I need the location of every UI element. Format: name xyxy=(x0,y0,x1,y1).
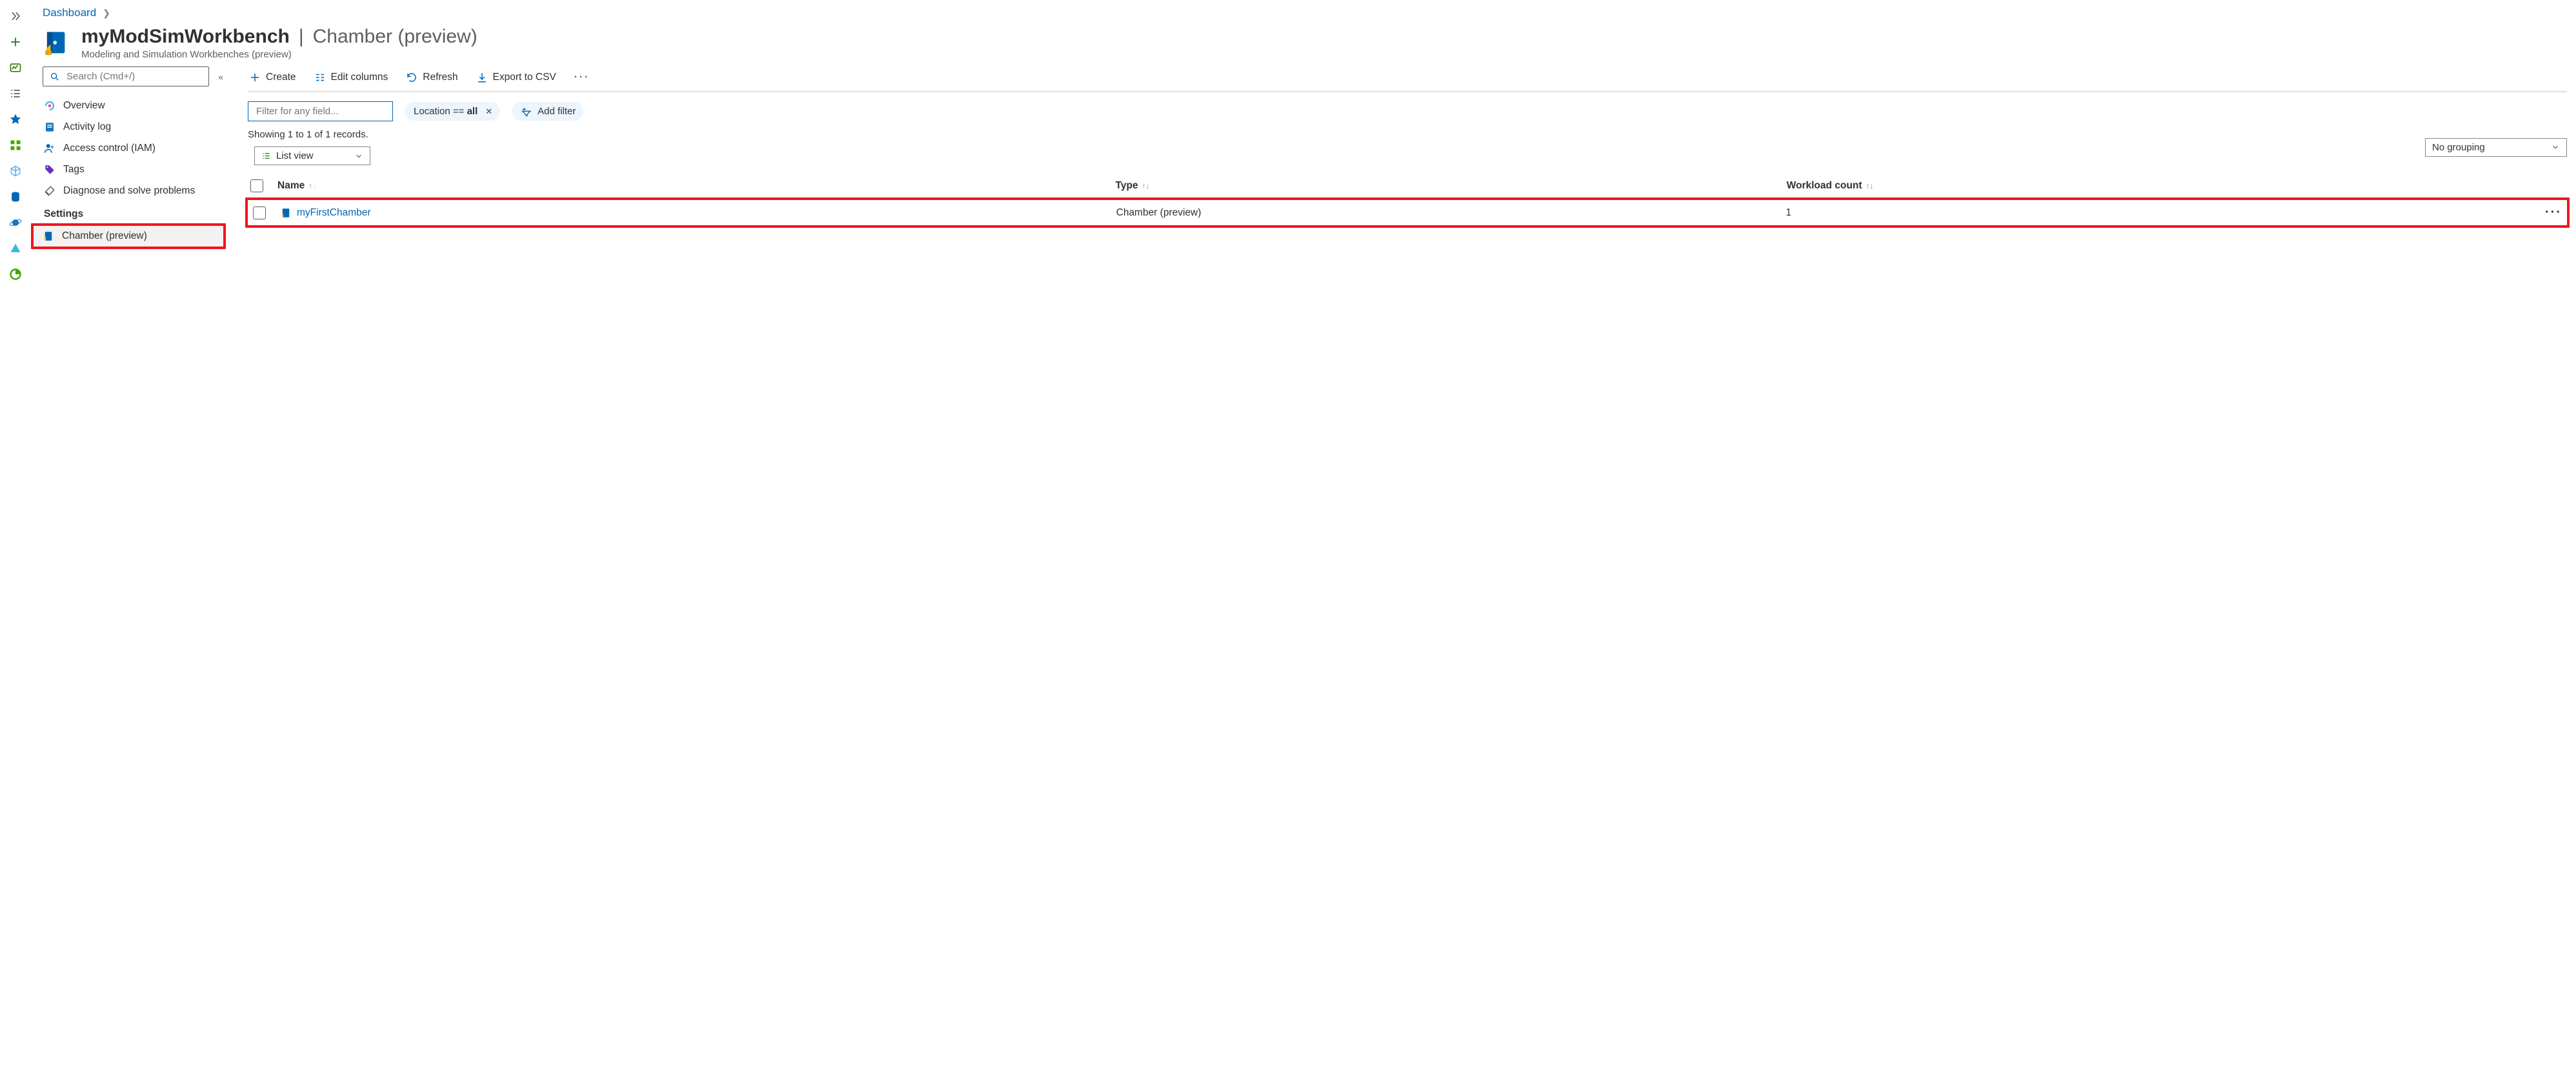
iam-icon xyxy=(44,143,55,154)
filter-location-pill[interactable]: Location == all ✕ xyxy=(405,102,500,121)
breadcrumb-root[interactable]: Dashboard xyxy=(43,6,96,19)
menu-activity-log[interactable]: Activity log xyxy=(43,117,226,137)
download-icon xyxy=(476,72,488,83)
chamber-icon xyxy=(43,230,54,242)
toolbar-more-button[interactable]: ··· xyxy=(573,70,592,85)
create-button[interactable]: Create xyxy=(248,70,297,85)
view-select[interactable]: List view xyxy=(254,146,370,165)
diagnose-icon xyxy=(44,185,55,197)
search-input[interactable] xyxy=(43,66,209,86)
menu-activity-log-label: Activity log xyxy=(63,121,111,133)
rail-resource-groups[interactable] xyxy=(3,133,28,157)
page-title: myModSimWorkbench | Chamber (preview) xyxy=(81,26,478,48)
search-icon xyxy=(50,72,60,82)
activity-log-icon xyxy=(44,121,55,133)
table-row[interactable]: myFirstChamber Chamber (preview) 1 ··· xyxy=(245,197,2570,228)
collapse-menu-chevron[interactable]: « xyxy=(216,72,226,82)
grouping-select[interactable]: No grouping xyxy=(2425,138,2567,157)
row-checkbox[interactable] xyxy=(253,207,266,219)
menu-tags[interactable]: Tags xyxy=(43,159,226,180)
page-title-sep: | xyxy=(299,26,304,48)
left-rail xyxy=(0,0,31,1088)
edit-columns-button[interactable]: Edit columns xyxy=(313,70,390,85)
chamber-icon xyxy=(280,207,292,219)
col-type-header[interactable]: Type ↑↓ xyxy=(1116,180,1783,192)
rail-favorites[interactable] xyxy=(3,107,28,132)
breadcrumb: Dashboard ❯ xyxy=(43,5,2567,23)
pyramid-icon xyxy=(9,242,22,255)
page-subtitle: Modeling and Simulation Workbenches (pre… xyxy=(81,49,478,60)
search-field[interactable] xyxy=(66,71,202,82)
rail-monitor[interactable] xyxy=(3,236,28,261)
chevron-down-icon xyxy=(354,152,363,161)
menu-iam[interactable]: Access control (IAM) xyxy=(43,138,226,159)
page-title-sub: Chamber (preview) xyxy=(313,26,478,48)
menu-overview-label: Overview xyxy=(63,100,105,112)
ellipsis-icon: ··· xyxy=(574,72,590,83)
overview-icon xyxy=(44,100,55,112)
rail-cosmos[interactable] xyxy=(3,210,28,235)
menu-chamber[interactable]: Chamber (preview) xyxy=(31,223,226,249)
col-name-header[interactable]: Name ↑↓ xyxy=(277,180,1112,192)
chevron-right-double-icon xyxy=(9,10,22,23)
filter-field-input[interactable] xyxy=(248,101,393,121)
rail-all-services[interactable] xyxy=(3,81,28,106)
menu-iam-label: Access control (IAM) xyxy=(63,143,156,154)
dashboard-icon xyxy=(9,61,22,74)
results-table: Name ↑↓ Type ↑↓ Workload count ↑↓ xyxy=(248,174,2567,228)
sort-indicator-icon: ↑↓ xyxy=(1866,181,1873,190)
menu-tags-label: Tags xyxy=(63,164,85,176)
sql-icon xyxy=(9,190,22,203)
export-csv-button[interactable]: Export to CSV xyxy=(475,70,558,85)
refresh-button[interactable]: Refresh xyxy=(405,70,459,85)
rail-sql[interactable] xyxy=(3,185,28,209)
list-icon xyxy=(9,87,22,100)
plus-icon xyxy=(249,72,261,83)
menu-settings-heading: Settings xyxy=(43,202,226,223)
add-filter-button[interactable]: Add filter xyxy=(512,102,583,121)
sort-indicator-icon: ↑↓ xyxy=(308,181,317,190)
menu-diagnose[interactable]: Diagnose and solve problems xyxy=(43,181,226,201)
sort-indicator-icon: ↑↓ xyxy=(1142,181,1150,190)
chevron-right-icon: ❯ xyxy=(103,8,110,19)
grid-icon xyxy=(9,139,22,152)
refresh-icon xyxy=(406,72,418,83)
columns-icon xyxy=(314,72,326,83)
rail-cost[interactable] xyxy=(3,262,28,287)
toolbar: Create Edit columns Refresh xyxy=(248,66,2567,92)
cost-icon xyxy=(9,268,22,281)
plus-icon xyxy=(9,35,22,48)
menu-chamber-label: Chamber (preview) xyxy=(62,230,147,242)
tags-icon xyxy=(44,164,55,176)
content-pane: Create Edit columns Refresh xyxy=(226,66,2567,1088)
row-workload: 1 xyxy=(1786,207,2535,219)
star-icon xyxy=(9,113,22,126)
select-all-checkbox[interactable] xyxy=(250,179,263,192)
workbench-icon xyxy=(43,28,71,57)
menu-diagnose-label: Diagnose and solve problems xyxy=(63,185,195,197)
menu-overview[interactable]: Overview xyxy=(43,96,226,116)
row-type: Chamber (preview) xyxy=(1116,207,1782,219)
planet-icon xyxy=(9,216,22,229)
chevron-down-icon xyxy=(2551,143,2560,152)
col-workload-header[interactable]: Workload count ↑↓ xyxy=(1787,180,2537,192)
cube-outline-icon xyxy=(9,165,22,177)
filter-add-icon xyxy=(521,106,531,117)
records-summary: Showing 1 to 1 of 1 records. xyxy=(248,129,370,140)
list-view-icon xyxy=(261,151,271,161)
resource-menu: « Overview Activity log xyxy=(43,66,226,1088)
page-title-main: myModSimWorkbench xyxy=(81,26,290,48)
row-more-button[interactable]: ··· xyxy=(2539,205,2564,220)
close-icon[interactable]: ✕ xyxy=(485,106,492,117)
row-name-link[interactable]: myFirstChamber xyxy=(297,207,371,219)
rail-expand[interactable] xyxy=(3,4,28,28)
rail-create[interactable] xyxy=(3,30,28,54)
rail-dashboard[interactable] xyxy=(3,55,28,80)
rail-kubernetes[interactable] xyxy=(3,159,28,183)
